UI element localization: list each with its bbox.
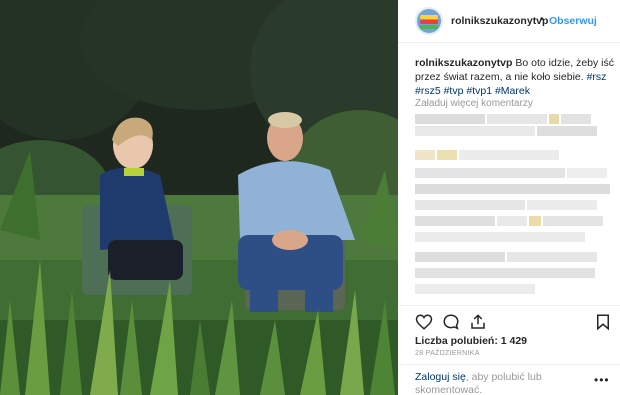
- likes-text: Liczba polubień: 1 429: [415, 335, 528, 347]
- heart-icon[interactable]: [415, 313, 433, 331]
- comment-icon[interactable]: [442, 313, 460, 331]
- action-bar: [398, 305, 620, 335]
- post-date: 28 PAŹDZIERNIKA: [415, 350, 480, 357]
- likes-count[interactable]: Liczba polubień: 1 429: [415, 335, 527, 347]
- separator-dot: •: [540, 14, 544, 25]
- post-header: rolnikszukazonytvp • Obserwuj: [398, 0, 620, 43]
- logo-stripe: [420, 15, 438, 19]
- load-more-comments-button[interactable]: Załaduj więcej komentarzy: [415, 98, 533, 109]
- caption-text: rolnikszukazonytvp Bo oto idzie, żeby iś…: [415, 56, 615, 98]
- bookmark-icon[interactable]: [594, 313, 612, 331]
- caption: rolnikszukazonytvp Bo oto idzie, żeby iś…: [415, 56, 615, 98]
- share-icon[interactable]: [469, 313, 487, 331]
- caption-username[interactable]: rolnikszukazonytvp: [415, 57, 512, 69]
- photo-scene: [0, 0, 398, 395]
- username-link[interactable]: rolnikszukazonytvp: [451, 15, 548, 27]
- logo-stripe: [420, 25, 438, 29]
- logo-stripe: [420, 20, 438, 24]
- blurred-comments: [415, 114, 610, 294]
- avatar[interactable]: [415, 7, 443, 35]
- login-link[interactable]: Zaloguj się: [415, 371, 466, 383]
- login-prompt: Zaloguj się, aby polubić lub skomentować…: [415, 371, 575, 395]
- login-footer: Zaloguj się, aby polubić lub skomentować…: [398, 364, 620, 395]
- post-side-panel: rolnikszukazonytvp • Obserwuj rolnikszuk…: [398, 0, 620, 395]
- post-photo[interactable]: [0, 0, 398, 395]
- follow-button[interactable]: Obserwuj: [549, 15, 597, 27]
- more-options-icon[interactable]: •••: [594, 373, 610, 387]
